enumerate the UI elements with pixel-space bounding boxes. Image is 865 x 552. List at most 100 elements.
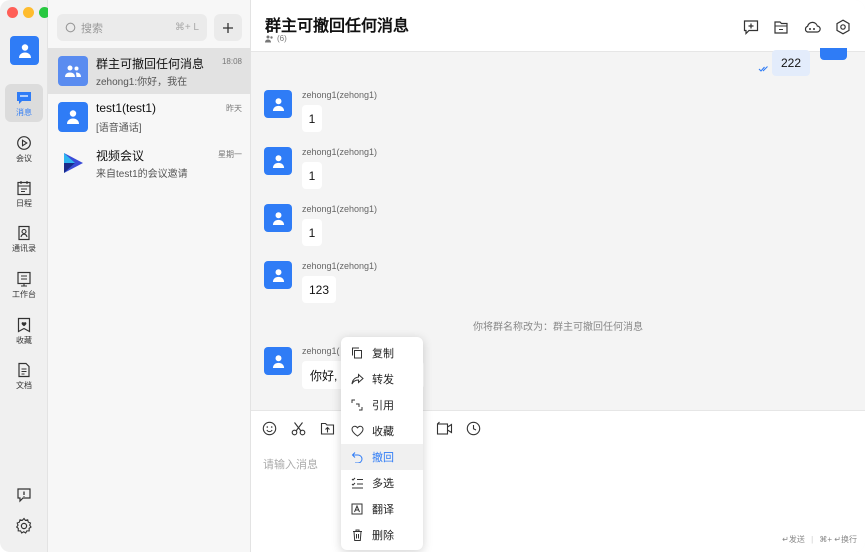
conversation-item-test1[interactable]: test1(test1) [语音通话] 昨天 (48, 94, 251, 140)
rail-item-label: 日程 (16, 198, 32, 208)
rail-item-label: 通讯录 (12, 243, 36, 253)
copy-icon (352, 347, 362, 359)
rail-item-label: 会议 (16, 153, 32, 163)
add-chat-icon[interactable] (743, 19, 759, 35)
settings-button[interactable] (0, 517, 48, 535)
my-avatar[interactable] (10, 36, 39, 65)
user-icon (272, 268, 284, 282)
add-button[interactable] (214, 14, 242, 41)
message-bubble[interactable]: 1 (302, 105, 322, 132)
sender-avatar[interactable] (264, 261, 292, 289)
favorites-icon (17, 317, 31, 333)
rail-item-label: 工作台 (12, 289, 36, 299)
menu-item-recall[interactable]: 撤回 (341, 444, 423, 470)
conversation-item-group[interactable]: 群主可撤回任何消息 zehong1:你好，我在 18:08 (48, 48, 251, 94)
nav-rail: 消息 会议 日程 通讯录 工作台 收藏 文档 (0, 0, 50, 552)
message-text: 123 (308, 282, 330, 297)
conversation-time: 18:08 (221, 57, 242, 66)
search-shortcut: ⌘+ L (174, 22, 199, 33)
header-actions (743, 19, 851, 35)
send-hint-text: ↵发送 (782, 535, 805, 544)
gear-icon (15, 517, 32, 534)
members-icon (265, 35, 273, 42)
menu-item-forward[interactable]: 转发 (341, 366, 423, 392)
files-icon[interactable] (773, 19, 789, 35)
conversation-item-video-meeting[interactable]: 视频会议 来自test1的会议邀请 星期一 (48, 140, 251, 186)
scissors-icon[interactable] (291, 421, 306, 436)
message-bubble[interactable]: 1 (302, 162, 322, 189)
menu-item-label: 收藏 (372, 426, 394, 438)
menu-item-favorite[interactable]: 收藏 (341, 418, 423, 444)
feedback-icon (17, 488, 31, 503)
upload-file-icon[interactable] (320, 421, 335, 436)
message-icon (17, 91, 31, 104)
message-text: 1 (308, 168, 316, 183)
rail-item-calendar[interactable]: 日程 (0, 174, 48, 214)
menu-item-delete[interactable]: 删除 (341, 522, 423, 548)
conversation-time: 星期一 (218, 150, 242, 159)
conversation-preview: 来自test1的会议邀请 (96, 169, 188, 180)
quote-icon (351, 399, 363, 411)
rail-item-meetings[interactable]: 会议 (0, 129, 48, 169)
member-count-text: (6) (277, 34, 287, 43)
rail-item-contacts[interactable]: 通讯录 (0, 219, 48, 259)
trash-icon (352, 529, 362, 541)
menu-item-label: 转发 (372, 374, 394, 386)
sender-avatar[interactable] (264, 90, 292, 118)
sender-avatar[interactable] (264, 204, 292, 232)
rail-item-docs[interactable]: 文档 (0, 356, 48, 396)
translate-icon (351, 503, 363, 515)
settings-icon[interactable] (835, 19, 851, 35)
video-meeting-logo-icon (64, 153, 83, 173)
document-icon (18, 362, 30, 377)
rail-item-messages[interactable]: 消息 (0, 84, 48, 124)
sender-avatar[interactable] (264, 147, 292, 175)
my-message-text: 222 (780, 56, 802, 70)
undo-icon (351, 452, 363, 463)
system-message: 你将群名称改为：群主可撤回任何消息 (473, 322, 643, 333)
search-input[interactable]: 搜索 ⌘+ L (57, 14, 207, 41)
clock-icon[interactable] (466, 421, 481, 436)
newline-hint-text: ⌘+ ↵换行 (819, 535, 857, 544)
cloud-icon[interactable] (803, 19, 821, 35)
minimize-window-button[interactable] (23, 7, 34, 18)
menu-item-translate[interactable]: 翻译 (341, 496, 423, 522)
menu-item-copy[interactable]: 复制 (341, 340, 423, 366)
menu-item-quote[interactable]: 引用 (341, 392, 423, 418)
user-icon (272, 154, 284, 168)
plus-icon (223, 22, 233, 33)
sender-avatar[interactable] (264, 347, 292, 375)
feedback-button[interactable] (0, 487, 48, 503)
user-icon (67, 110, 79, 124)
menu-item-label: 复制 (372, 348, 394, 360)
menu-item-multiselect[interactable]: 多选 (341, 470, 423, 496)
rail-item-label: 收藏 (16, 335, 32, 345)
user-icon (272, 354, 284, 368)
my-message-bubble[interactable]: 222 (772, 50, 810, 76)
emoji-icon[interactable] (262, 421, 277, 436)
rail-item-workbench[interactable]: 工作台 (0, 265, 48, 305)
app-window: 消息 会议 日程 通讯录 工作台 收藏 文档 搜索 ⌘+ L 群主可撤回任何消息… (0, 0, 865, 552)
conversation-preview: [语音通话] (96, 123, 142, 134)
conversation-name: test1(test1) (96, 101, 157, 115)
rail-item-favorites[interactable]: 收藏 (0, 311, 48, 351)
close-window-button[interactable] (7, 7, 18, 18)
message-bubble[interactable]: 1 (302, 219, 322, 246)
search-icon (65, 22, 76, 33)
rail-item-label: 消息 (16, 107, 32, 117)
forward-icon (351, 373, 364, 385)
member-count[interactable]: (6) (265, 34, 287, 43)
sender-name: zehong1(zehong1) (302, 147, 378, 157)
screen-share-icon[interactable] (436, 421, 453, 436)
read-check-icon (758, 66, 768, 72)
message-bubble[interactable]: 123 (302, 276, 336, 303)
message-input[interactable]: 请输入消息 (263, 456, 318, 472)
message-text: 1 (308, 225, 316, 240)
conversation-name: 群主可撤回任何消息 (96, 57, 205, 71)
conversation-preview: zehong1:你好，我在 (96, 77, 188, 88)
menu-item-label: 撤回 (372, 452, 394, 464)
user-icon (272, 211, 284, 225)
my-avatar-partial (820, 48, 847, 60)
group-avatar (58, 56, 88, 86)
conversation-name: 视频会议 (96, 149, 145, 163)
